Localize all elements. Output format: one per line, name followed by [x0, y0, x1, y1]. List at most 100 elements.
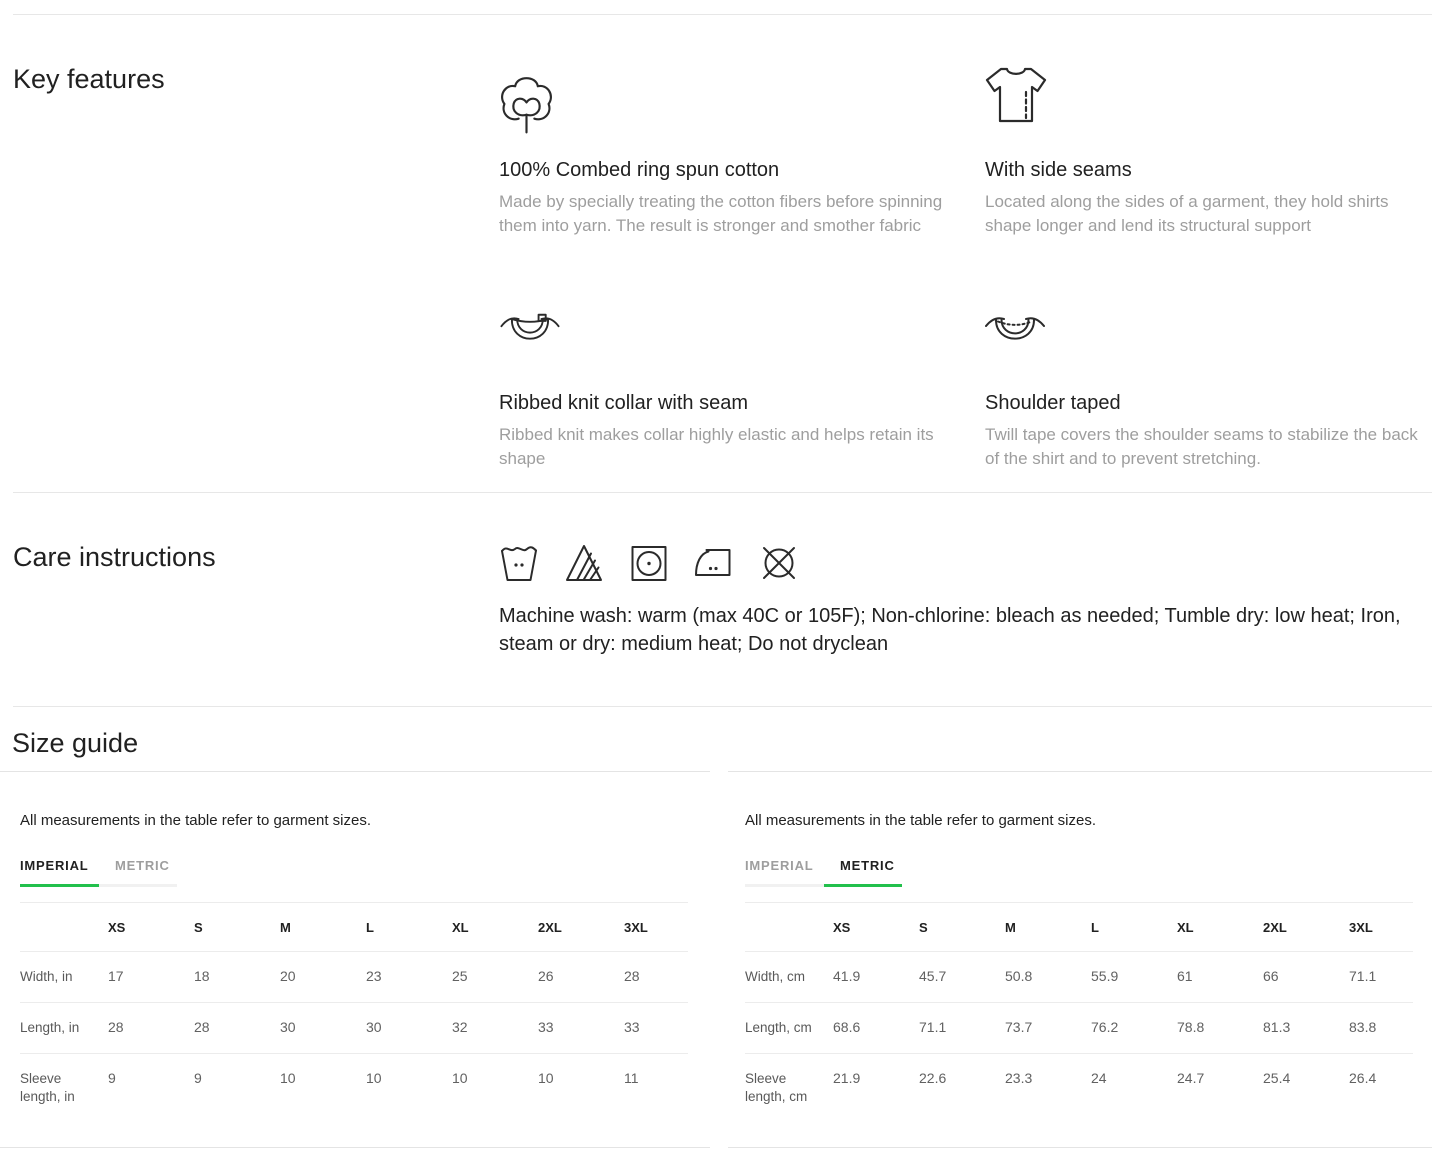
row-label: Width, cm — [745, 952, 833, 1003]
col-header: 2XL — [538, 903, 624, 952]
feature-description: Ribbed knit makes collar highly elastic … — [499, 423, 947, 471]
tab-metric[interactable]: METRIC — [824, 858, 902, 887]
cell: 23.3 — [1005, 1054, 1091, 1123]
cotton-icon — [499, 65, 985, 158]
cell: 50.8 — [1005, 952, 1091, 1003]
feature-item-ribbed-collar: Ribbed knit collar with seam Ribbed knit… — [499, 260, 985, 493]
row-label: Length, in — [20, 1003, 108, 1054]
cell: 10 — [452, 1054, 538, 1123]
table-row: Width, cm 41.9 45.7 50.8 55.9 61 66 71.1 — [745, 952, 1413, 1003]
cell: 66 — [1263, 952, 1349, 1003]
cell: 23 — [366, 952, 452, 1003]
feature-item-cotton: 100% Combed ring spun cotton Made by spe… — [499, 15, 985, 260]
col-header: L — [366, 903, 452, 952]
feature-description: Twill tape covers the shoulder seams to … — [985, 423, 1433, 471]
tumble-dry-low-icon — [629, 540, 669, 584]
table-header-row: XS S M L XL 2XL 3XL — [20, 903, 688, 952]
cell: 73.7 — [1005, 1003, 1091, 1054]
table-row: Length, cm 68.6 71.1 73.7 76.2 78.8 81.3… — [745, 1003, 1413, 1054]
key-features-title: Key features — [13, 64, 499, 95]
cell: 28 — [194, 1003, 280, 1054]
feature-title: Shoulder taped — [985, 391, 1445, 415]
size-panel-imperial: All measurements in the table refer to g… — [0, 771, 710, 1148]
do-not-dryclean-icon — [759, 540, 799, 584]
feature-description: Made by specially treating the cotton fi… — [499, 190, 947, 238]
cell: 22.6 — [919, 1054, 1005, 1123]
tab-imperial[interactable]: IMPERIAL — [20, 858, 99, 887]
cell: 10 — [366, 1054, 452, 1123]
feature-title: 100% Combed ring spun cotton — [499, 158, 985, 182]
cell: 9 — [194, 1054, 280, 1123]
cell: 25.4 — [1263, 1054, 1349, 1123]
table-row: Sleeve length, in 9 9 10 10 10 10 11 — [20, 1054, 688, 1123]
row-label: Sleeve length, cm — [745, 1054, 833, 1123]
feature-title: Ribbed knit collar with seam — [499, 391, 985, 415]
key-features-grid: 100% Combed ring spun cotton Made by spe… — [499, 15, 1445, 492]
cell: 45.7 — [919, 952, 1005, 1003]
col-header: 3XL — [1349, 903, 1413, 952]
tab-imperial[interactable]: IMPERIAL — [745, 858, 824, 887]
cell: 25 — [452, 952, 538, 1003]
care-instructions-section: Care instructions — [0, 493, 1445, 706]
cell: 71.1 — [919, 1003, 1005, 1054]
col-header: XL — [1177, 903, 1263, 952]
row-label: Width, in — [20, 952, 108, 1003]
cell: 26.4 — [1349, 1054, 1413, 1123]
cell: 26 — [538, 952, 624, 1003]
cell: 83.8 — [1349, 1003, 1413, 1054]
feature-item-shoulder-taped: Shoulder taped Twill tape covers the sho… — [985, 260, 1445, 493]
col-header: M — [1005, 903, 1091, 952]
col-header: 2XL — [1263, 903, 1349, 952]
ribbed-collar-icon — [499, 310, 985, 391]
size-table-imperial: XS S M L XL 2XL 3XL Width, in 17 18 20 — [20, 902, 688, 1122]
cell: 55.9 — [1091, 952, 1177, 1003]
size-table-metric: XS S M L XL 2XL 3XL Width, cm 41.9 45.7 — [745, 902, 1413, 1122]
cell: 24.7 — [1177, 1054, 1263, 1123]
shoulder-tape-icon — [985, 310, 1445, 391]
cell: 10 — [538, 1054, 624, 1123]
table-row: Length, in 28 28 30 30 32 33 33 — [20, 1003, 688, 1054]
tab-underline — [99, 884, 177, 887]
cell: 33 — [624, 1003, 688, 1054]
unit-tabs: IMPERIAL METRIC — [745, 858, 1432, 887]
cell: 21.9 — [833, 1054, 919, 1123]
cell: 9 — [108, 1054, 194, 1123]
key-features-section: Key features 100% Combed ring spun cotto… — [0, 15, 1445, 492]
cell: 11 — [624, 1054, 688, 1123]
cell: 78.8 — [1177, 1003, 1263, 1054]
cell: 20 — [280, 952, 366, 1003]
tab-underline — [20, 884, 99, 887]
col-header: XS — [108, 903, 194, 952]
unit-tabs: IMPERIAL METRIC — [20, 858, 710, 887]
care-icons-row — [499, 540, 1424, 584]
cell: 32 — [452, 1003, 538, 1054]
tshirt-side-seams-icon — [985, 65, 1445, 158]
row-label: Length, cm — [745, 1003, 833, 1054]
tab-metric[interactable]: METRIC — [99, 858, 177, 887]
care-instructions-text: Machine wash: warm (max 40C or 105F); No… — [499, 602, 1424, 658]
tab-underline — [745, 884, 824, 887]
cell: 10 — [280, 1054, 366, 1123]
size-guide-panels: All measurements in the table refer to g… — [0, 771, 1445, 1148]
table-header-row: XS S M L XL 2XL 3XL — [745, 903, 1413, 952]
cell: 61 — [1177, 952, 1263, 1003]
cell: 71.1 — [1349, 952, 1413, 1003]
row-label: Sleeve length, in — [20, 1054, 108, 1123]
cell: 30 — [280, 1003, 366, 1054]
tab-underline — [824, 884, 902, 887]
machine-wash-warm-icon — [499, 540, 539, 584]
cell: 33 — [538, 1003, 624, 1054]
feature-description: Located along the sides of a garment, th… — [985, 190, 1433, 238]
table-row: Width, in 17 18 20 23 25 26 28 — [20, 952, 688, 1003]
size-panel-metric: All measurements in the table refer to g… — [728, 771, 1432, 1148]
col-header: XS — [833, 903, 919, 952]
measurements-note: All measurements in the table refer to g… — [20, 811, 710, 831]
cell: 28 — [108, 1003, 194, 1054]
product-details-page: Key features 100% Combed ring spun cotto… — [0, 0, 1445, 1160]
col-header: S — [919, 903, 1005, 952]
cell: 81.3 — [1263, 1003, 1349, 1054]
non-chlorine-bleach-icon — [564, 540, 604, 584]
col-header: S — [194, 903, 280, 952]
cell: 68.6 — [833, 1003, 919, 1054]
cell: 17 — [108, 952, 194, 1003]
